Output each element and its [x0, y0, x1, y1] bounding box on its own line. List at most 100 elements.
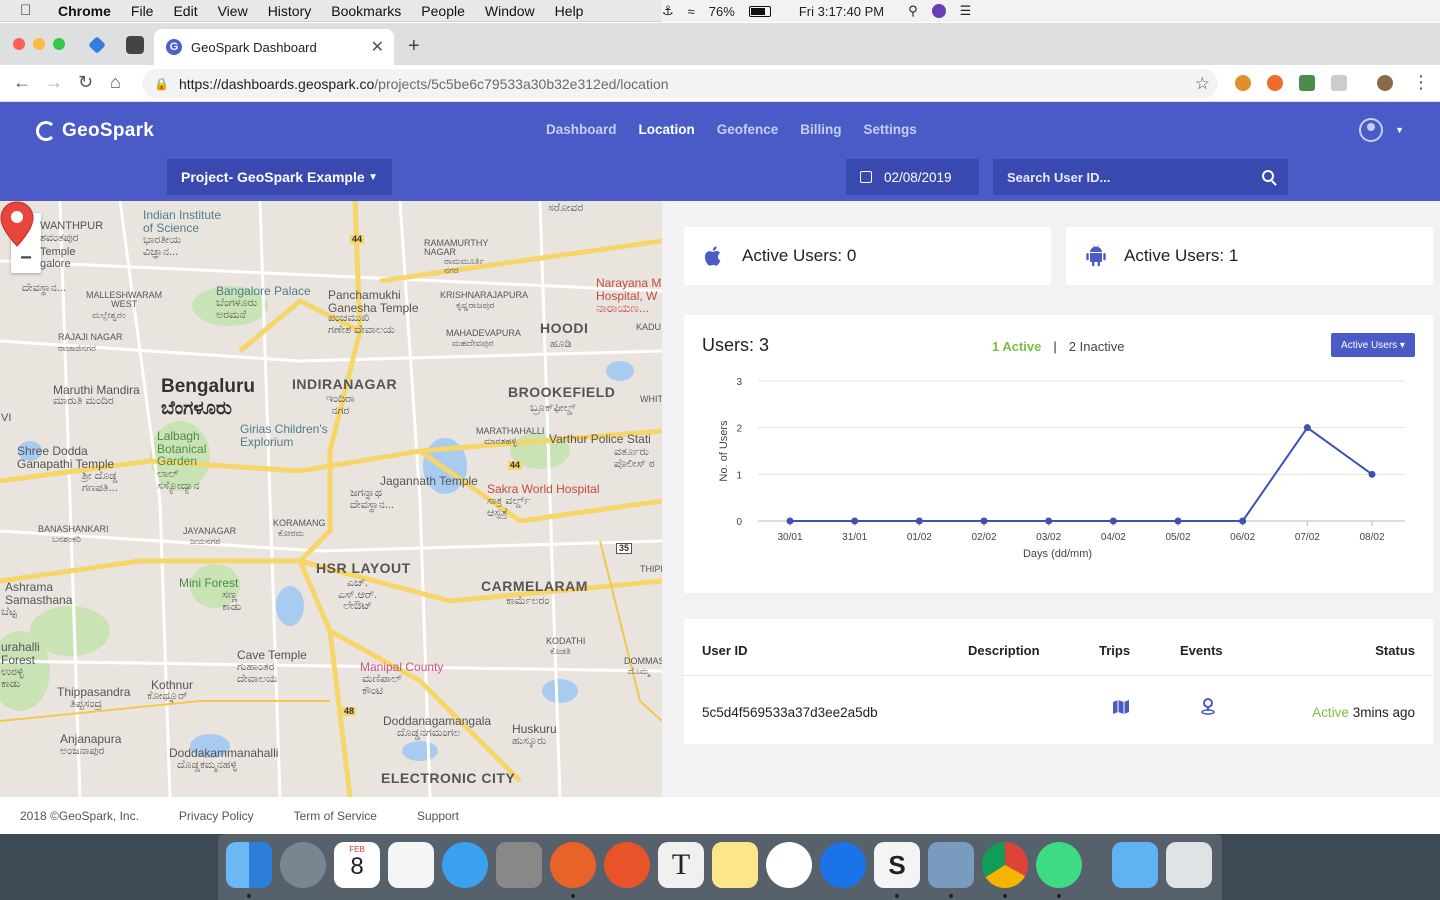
search-icon[interactable]: [1262, 170, 1274, 182]
apple-icon[interactable]: : [20, 2, 42, 19]
pencil-app-icon[interactable]: [604, 842, 650, 888]
terms-link[interactable]: Term of Service: [294, 809, 377, 823]
trash-icon[interactable]: [1166, 842, 1212, 888]
chrome-menu-icon[interactable]: ⋮: [1412, 72, 1430, 93]
nav-billing[interactable]: Billing: [800, 122, 841, 137]
events-location-icon[interactable]: [1200, 697, 1216, 715]
header-events: Events: [1180, 643, 1223, 658]
pinned-tab-doc-icon[interactable]: [126, 36, 144, 54]
menu-app-name[interactable]: Chrome: [58, 3, 111, 19]
menu-history[interactable]: History: [268, 3, 312, 19]
map-label: urahalli Forest: [1, 640, 40, 667]
android-studio-icon[interactable]: [1036, 842, 1082, 888]
privacy-policy-link[interactable]: Privacy Policy: [179, 809, 254, 823]
close-window-button[interactable]: [13, 38, 25, 50]
address-bar[interactable]: 🔒 https://dashboards.geospark.co/project…: [142, 69, 1218, 98]
folder-icon[interactable]: [1112, 842, 1158, 888]
map-label: ಮಣಿಪಾಲ್ ಕೌಂಟಿ: [362, 673, 402, 697]
extension-4-icon[interactable]: [1331, 75, 1347, 91]
siri-icon[interactable]: [931, 4, 946, 18]
nav-dashboard[interactable]: Dashboard: [546, 122, 617, 137]
map-label: galore: [40, 258, 71, 270]
map-label: INDIRANAGAR: [292, 376, 398, 392]
map-label: Doddakammanahalli: [169, 746, 279, 760]
home-icon[interactable]: ⌂: [110, 72, 121, 93]
pinned-tab-diamond-icon[interactable]: [88, 36, 106, 54]
map-label: ಗುಹಾಂತರ ದೇವಾಲಯ: [237, 661, 278, 685]
zoom-window-button[interactable]: [53, 38, 65, 50]
reload-icon[interactable]: ↻: [78, 72, 93, 93]
battery-percent[interactable]: 76%: [709, 4, 735, 19]
menu-bookmarks[interactable]: Bookmarks: [331, 3, 401, 19]
notes-icon[interactable]: [712, 842, 758, 888]
menu-window[interactable]: Window: [485, 3, 535, 19]
clock[interactable]: Fri 3:17:40 PM: [799, 4, 884, 19]
messages-icon[interactable]: [442, 842, 488, 888]
y-tick-label: 0: [736, 517, 742, 528]
nav-location[interactable]: Location: [639, 122, 695, 137]
running-indicator: [1057, 894, 1061, 898]
zoom-out-button[interactable]: −: [11, 243, 41, 273]
extension-2-icon[interactable]: [1267, 75, 1283, 91]
spotlight-icon[interactable]: ⚲: [908, 3, 918, 19]
wifi-icon[interactable]: ≈: [688, 4, 695, 19]
url-host: https://dashboards.geospark.co: [178, 75, 375, 92]
notification-center-icon[interactable]: ☰: [960, 3, 972, 19]
extension-1-icon[interactable]: [1235, 75, 1251, 91]
nav-settings[interactable]: Settings: [864, 122, 917, 137]
finder-icon[interactable]: [226, 842, 272, 888]
menu-help[interactable]: Help: [555, 3, 584, 19]
y-tick-label: 3: [736, 377, 742, 388]
bookmark-star-icon[interactable]: ☆: [1195, 74, 1210, 94]
map-label: ಸರೋವರ: [548, 202, 584, 214]
support-link[interactable]: Support: [417, 809, 459, 823]
y-tick-label: 2: [736, 424, 742, 435]
project-selector[interactable]: Project- GeoSpark Example ▼: [167, 159, 392, 195]
menu-view[interactable]: View: [218, 3, 248, 19]
docker-icon[interactable]: ⚓: [662, 3, 674, 19]
database-icon[interactable]: [496, 842, 542, 888]
s-app-icon[interactable]: S: [874, 842, 920, 888]
header-description: Description: [968, 643, 1040, 658]
x-tick-label: 02/02: [971, 532, 996, 543]
nav-geofence[interactable]: Geofence: [717, 122, 779, 137]
map-view[interactable]: + − WANTHPUR ಶವಂತಪುರ Temple galore ದೇವಸ್…: [0, 201, 662, 797]
preview-icon[interactable]: [928, 842, 974, 888]
maps-pin-icon[interactable]: [820, 842, 866, 888]
user-location-marker[interactable]: [0, 201, 34, 247]
profile-avatar[interactable]: [1377, 75, 1393, 91]
trips-map-icon[interactable]: [1112, 699, 1130, 715]
menu-edit[interactable]: Edit: [173, 3, 197, 19]
reminders-icon[interactable]: [388, 842, 434, 888]
map-label: THIPP: [640, 564, 662, 574]
firefox-icon[interactable]: [550, 842, 596, 888]
map-label: ದೇವಸ್ಥಾನ...: [22, 282, 66, 294]
caret-down-icon: ▼: [368, 171, 378, 183]
extension-3-icon[interactable]: [1299, 75, 1315, 91]
mongodb-icon[interactable]: [766, 842, 812, 888]
forward-icon[interactable]: →: [45, 72, 63, 93]
data-point: [1239, 517, 1247, 525]
calendar-icon[interactable]: FEB 8: [334, 842, 380, 888]
geospark-logo[interactable]: GeoSpark: [36, 120, 154, 142]
date-picker[interactable]: 02/08/2019: [846, 159, 979, 195]
text-app-icon[interactable]: T: [658, 842, 704, 888]
user-menu-button[interactable]: ▼: [1359, 118, 1404, 142]
y-axis-label: No. of Users: [718, 420, 730, 482]
lock-icon[interactable]: 🔒: [154, 77, 169, 91]
launchpad-icon[interactable]: [280, 842, 326, 888]
map-label: ಸಣ್ಣ ಕಾಡು: [222, 589, 242, 613]
users-line-chart: 0 1 2 3 30/01 31/01 01/02 02/02 03/02 04/02 05/02 0…: [718, 377, 1405, 560]
back-icon[interactable]: ←: [13, 72, 31, 93]
minimize-window-button[interactable]: [33, 38, 45, 50]
menu-file[interactable]: File: [131, 3, 154, 19]
menu-people[interactable]: People: [421, 3, 465, 19]
close-tab-icon[interactable]: ✕: [371, 37, 384, 57]
map-label: Mini Forest: [179, 576, 239, 590]
search-user-input[interactable]: [1007, 169, 1247, 185]
new-tab-button[interactable]: +: [408, 35, 420, 58]
row-user-id[interactable]: 5c5d4f569533a37d3ee2a5db: [702, 705, 878, 720]
chrome-icon[interactable]: [982, 842, 1028, 888]
tab-geospark-dashboard[interactable]: G GeoSpark Dashboard ✕: [154, 29, 394, 65]
battery-icon[interactable]: [748, 5, 771, 17]
